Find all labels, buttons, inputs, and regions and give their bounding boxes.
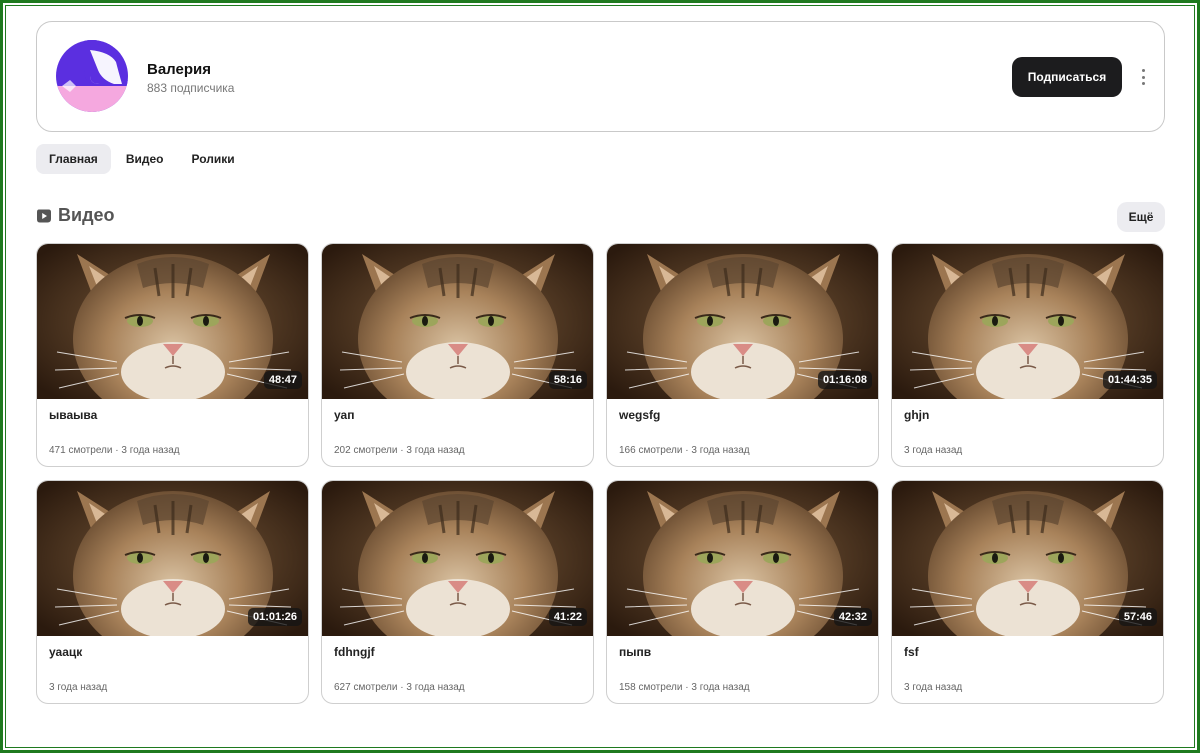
video-duration: 01:01:26 <box>247 608 302 626</box>
video-meta: 166 смотрели · 3 года назад <box>619 445 750 456</box>
tab-videos[interactable]: Видео <box>113 144 177 174</box>
tab-main[interactable]: Главная <box>36 144 111 174</box>
video-grid: 48:47 ываыва 471 смотрели · 3 года назад <box>36 243 1165 704</box>
more-videos-button[interactable]: Ещё <box>1117 202 1165 232</box>
video-duration: 58:16 <box>548 371 587 389</box>
video-card[interactable]: 48:47 ываыва 471 смотрели · 3 года назад <box>36 243 309 467</box>
video-title[interactable]: wegsfg <box>619 408 660 422</box>
video-title[interactable]: fdhngjf <box>334 645 375 659</box>
video-icon <box>37 209 51 222</box>
channel-avatar[interactable] <box>56 40 128 112</box>
video-thumbnail[interactable]: 57:46 <box>892 481 1163 636</box>
video-duration: 57:46 <box>1118 608 1157 626</box>
video-thumbnail[interactable]: 42:32 <box>607 481 878 636</box>
video-thumbnail[interactable]: 48:47 <box>37 244 308 399</box>
video-title[interactable]: пыпв <box>619 645 651 659</box>
channel-tabs: Главная Видео Ролики <box>36 144 248 174</box>
video-card[interactable]: 01:16:08 wegsfg 166 смотрели · 3 года на… <box>606 243 879 467</box>
video-title[interactable]: ываыва <box>49 408 97 422</box>
video-title[interactable]: ghjn <box>904 408 929 422</box>
video-duration: 48:47 <box>263 371 302 389</box>
video-duration: 41:22 <box>548 608 587 626</box>
section-title: Видео <box>58 205 115 225</box>
video-thumbnail[interactable]: 01:01:26 <box>37 481 308 636</box>
channel-name: Валерия <box>147 61 211 78</box>
channel-header: Валерия 883 подписчика Подписаться <box>36 21 1165 132</box>
video-title[interactable]: уаацк <box>49 645 82 659</box>
videos-section-header: Видео <box>36 205 115 226</box>
tab-shorts[interactable]: Ролики <box>178 144 247 174</box>
video-card[interactable]: 01:44:35 ghjn 3 года назад <box>891 243 1164 467</box>
video-meta: 158 смотрели · 3 года назад <box>619 682 750 693</box>
video-thumbnail[interactable]: 41:22 <box>322 481 593 636</box>
video-thumbnail[interactable]: 01:16:08 <box>607 244 878 399</box>
video-meta: 3 года назад <box>49 682 108 693</box>
video-card[interactable]: 57:46 fsf 3 года назад <box>891 480 1164 704</box>
video-duration: 01:44:35 <box>1102 371 1157 389</box>
video-meta: 3 года назад <box>904 445 963 456</box>
video-card[interactable]: 41:22 fdhngjf 627 смотрели · 3 года наза… <box>321 480 594 704</box>
video-meta: 471 смотрели · 3 года назад <box>49 445 180 456</box>
subscriber-count: 883 подписчика <box>147 81 235 95</box>
video-title[interactable]: уап <box>334 408 354 422</box>
more-options-icon[interactable] <box>1135 66 1151 88</box>
video-meta: 627 смотрели · 3 года назад <box>334 682 465 693</box>
video-thumbnail[interactable]: 01:44:35 <box>892 244 1163 399</box>
video-thumbnail[interactable]: 58:16 <box>322 244 593 399</box>
subscribe-button[interactable]: Подписаться <box>1012 57 1122 97</box>
video-meta: 3 года назад <box>904 682 963 693</box>
video-duration: 01:16:08 <box>817 371 872 389</box>
video-duration: 42:32 <box>833 608 872 626</box>
video-card[interactable]: 42:32 пыпв 158 смотрели · 3 года назад <box>606 480 879 704</box>
video-title[interactable]: fsf <box>904 645 919 659</box>
video-card[interactable]: 58:16 уап 202 смотрели · 3 года назад <box>321 243 594 467</box>
video-card[interactable]: 01:01:26 уаацк 3 года назад <box>36 480 309 704</box>
video-meta: 202 смотрели · 3 года назад <box>334 445 465 456</box>
